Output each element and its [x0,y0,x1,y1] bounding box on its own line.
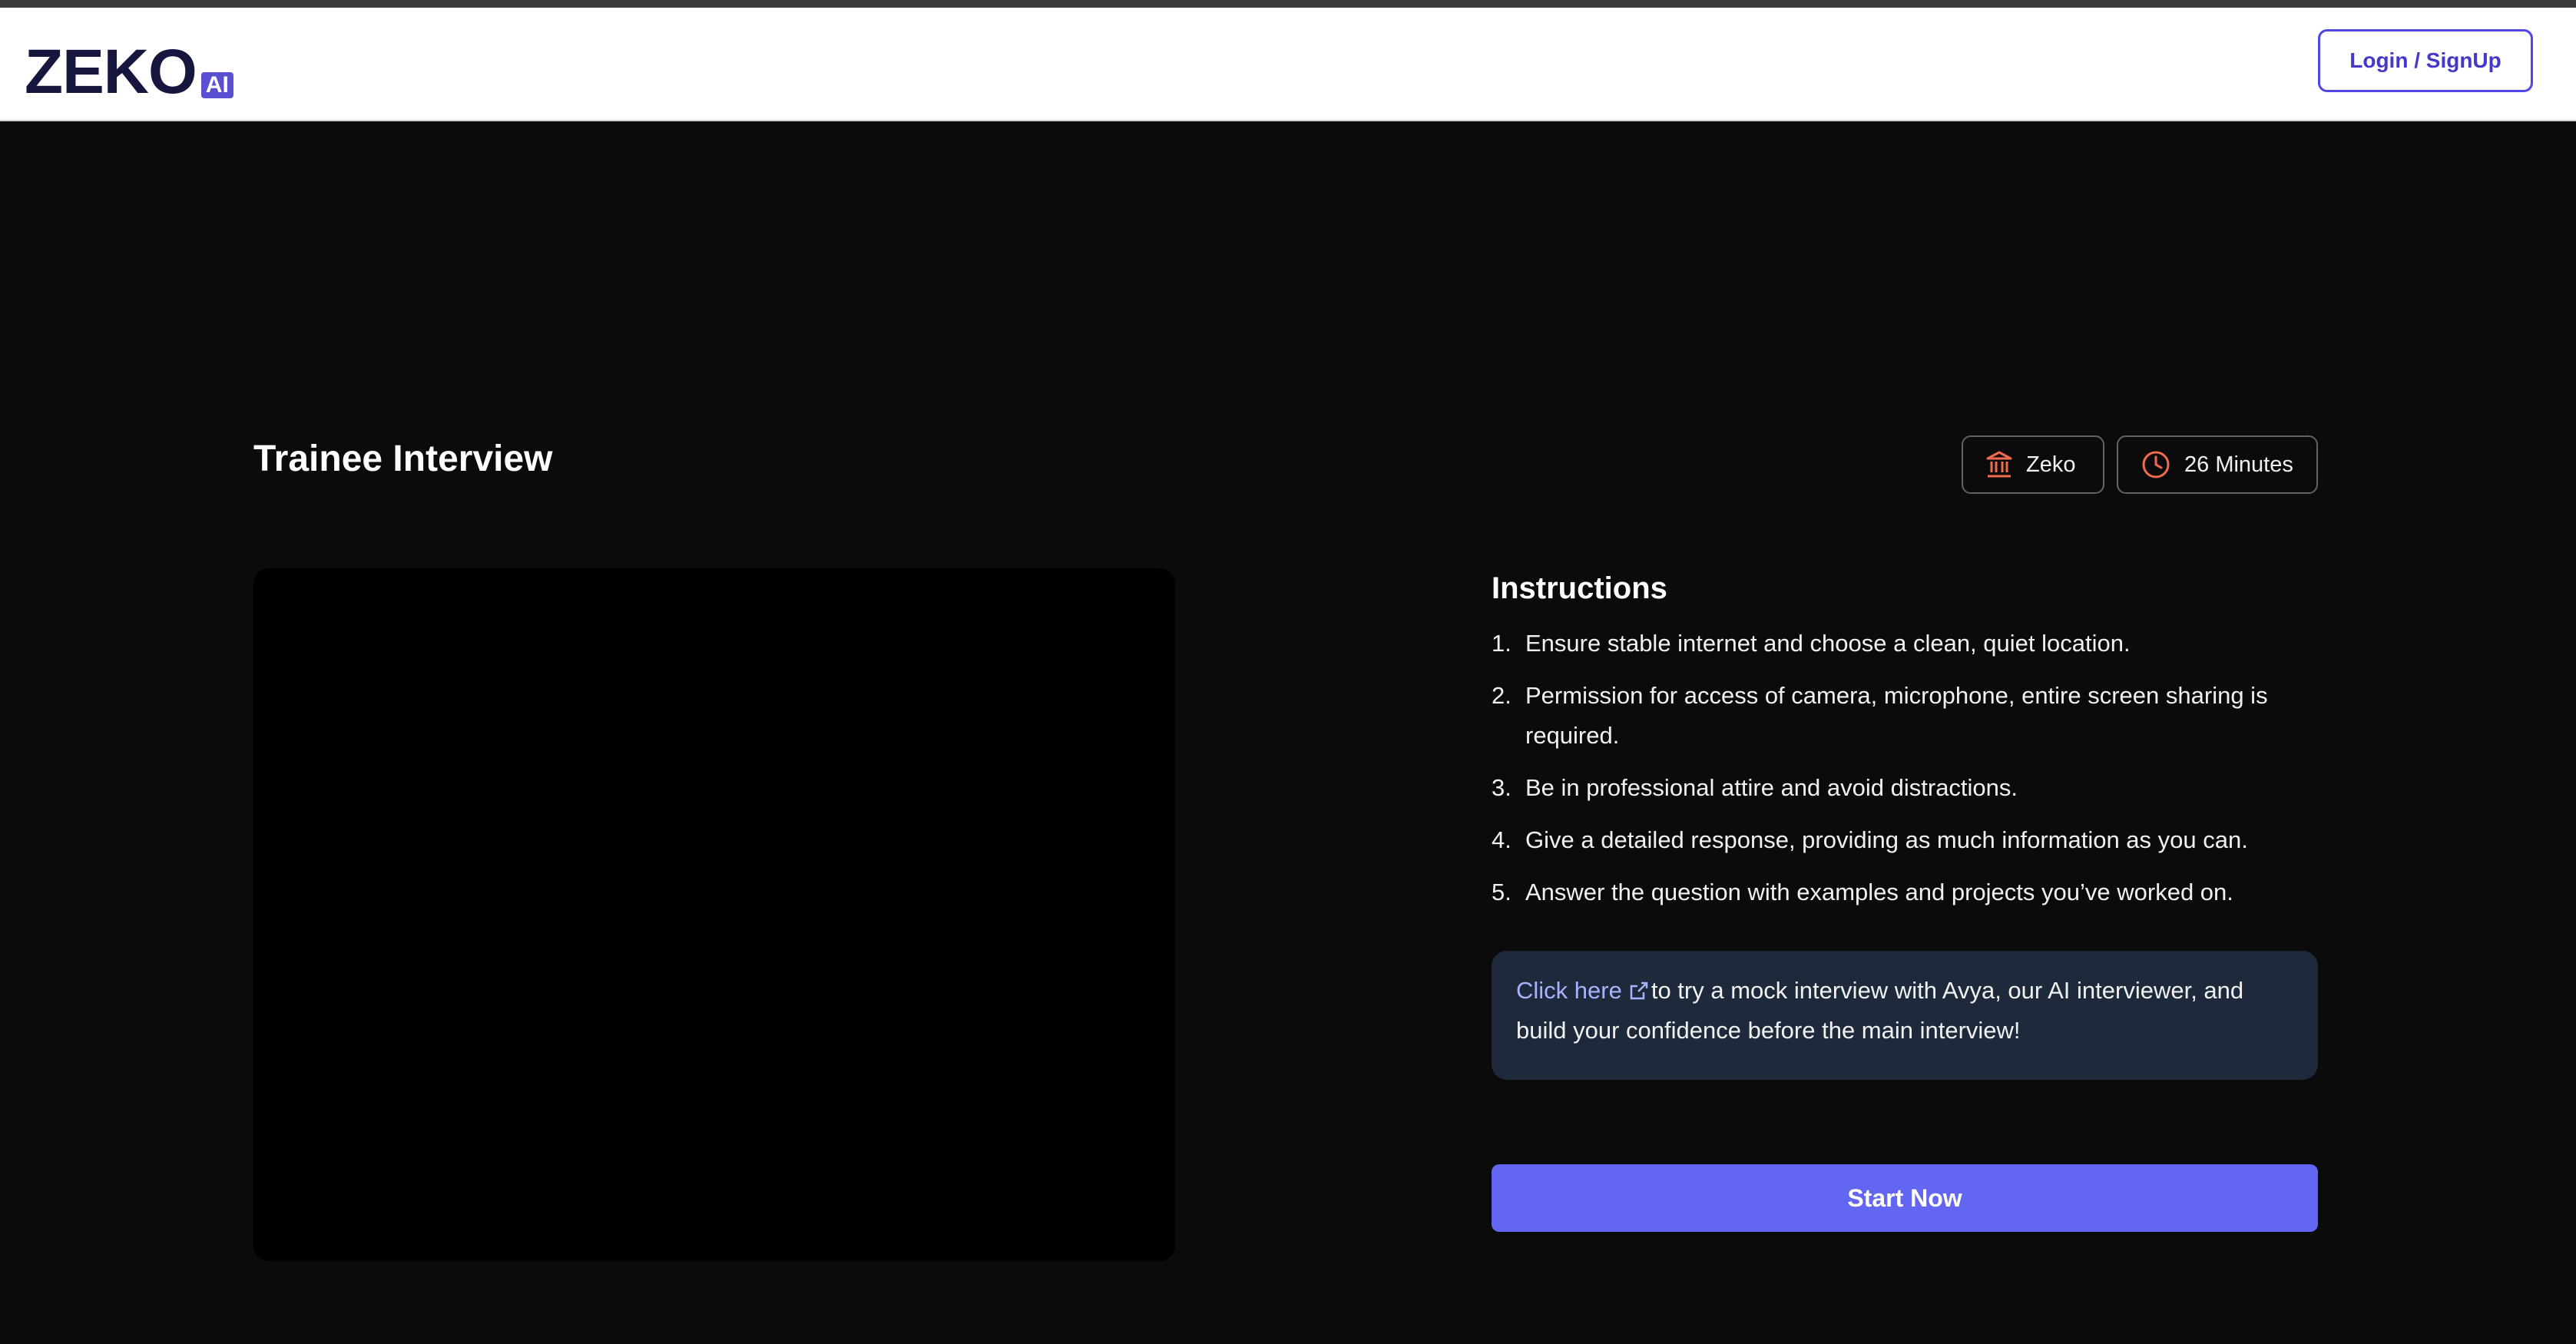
instruction-number: 5. [1492,879,1511,905]
logo-ai-badge: AI [200,72,233,98]
mock-interview-link[interactable]: Click here [1516,977,1651,1004]
instruction-text: Permission for access of camera, microph… [1525,682,2268,749]
camera-preview [253,568,1175,1261]
instruction-text: Answer the question with examples and pr… [1525,879,2233,905]
logo-text: ZEKO [25,37,197,107]
instruction-number: 1. [1492,630,1511,657]
mock-link-label: Click here [1516,977,1622,1004]
duration-text: 26 Minutes [2184,452,2293,477]
instruction-text: Be in professional attire and avoid dist… [1525,774,2018,801]
instructions-heading: Instructions [1492,571,1667,605]
instruction-number: 4. [1492,826,1511,853]
instruction-item: 2. Permission for access of camera, micr… [1492,676,2318,756]
company-name: Zeko [2026,452,2076,477]
bank-building-icon [1986,451,2012,478]
start-now-button[interactable]: Start Now [1492,1164,2318,1232]
page-title: Trainee Interview [253,439,553,479]
zeko-ai-logo[interactable]: ZEKO AI [25,37,270,107]
instruction-number: 3. [1492,774,1511,801]
mock-interview-callout: Click here to try a mock interview with … [1492,951,2318,1080]
instruction-text: Ensure stable internet and choose a clea… [1525,630,2131,657]
external-link-icon [1630,982,1648,1000]
browser-top-strip [0,0,2576,8]
company-badge: Zeko [1962,435,2104,494]
instruction-text: Give a detailed response, providing as m… [1525,826,2248,853]
clock-icon [2142,451,2170,478]
instructions-list: 1. Ensure stable internet and choose a c… [1492,624,2318,925]
instruction-item: 1. Ensure stable internet and choose a c… [1492,624,2318,664]
instruction-item: 4. Give a detailed response, providing a… [1492,820,2318,860]
login-signup-button[interactable]: Login / SignUp [2318,29,2533,92]
site-header: ZEKO AI Login / SignUp [0,8,2576,121]
instruction-item: 3. Be in professional attire and avoid d… [1492,768,2318,808]
instruction-number: 2. [1492,682,1511,709]
duration-badge: 26 Minutes [2117,435,2318,494]
instruction-item: 5. Answer the question with examples and… [1492,872,2318,912]
